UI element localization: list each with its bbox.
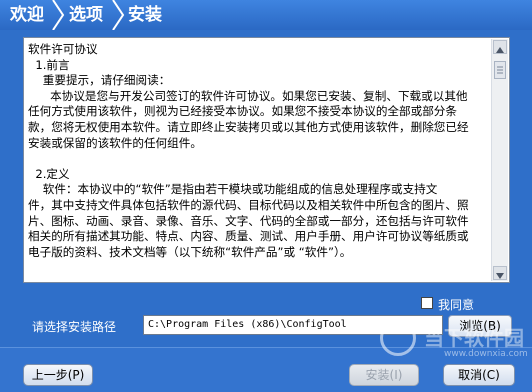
breadcrumb: 欢迎 选项 安装 [0, 0, 532, 30]
scroll-thumb[interactable] [494, 61, 506, 79]
previous-button[interactable]: 上一步(P) [23, 364, 93, 386]
watermark-text: 当下软件园 [424, 326, 524, 350]
chevron-right-icon [111, 0, 125, 30]
license-text: 软件许可协议 1.前言 重要提示，请仔细阅读： 本协议是您与开发公司签订的软件许… [28, 42, 490, 280]
watermark-url: www.downxia.com [444, 349, 528, 359]
watermark-logo-icon [380, 320, 416, 356]
license-line: 重要提示，请仔细阅读： [28, 73, 171, 88]
install-path-label: 请选择安装路径 [32, 320, 117, 334]
license-line: 任何方式使用该软件，则视为已经接受本协议。如果您不接受本协议的全部或部分条 [28, 104, 457, 119]
license-line: 2.定义 [28, 166, 70, 181]
license-line: 安装或保留的该软件的任何组件。 [28, 135, 202, 150]
license-line: 软件：本协议中的“软件”是指由若干模块或功能组成的信息处理程序或支持文 [28, 182, 438, 197]
license-line: 本协议是您与开发公司签订的软件许可协议。如果您已安装、复制、下载或以其他 [28, 88, 468, 103]
step-options: 选项 [69, 5, 103, 25]
license-line: 款，您将无权使用本软件。请立即终止安装拷贝或以其他方式使用该软件，删除您已经 [28, 119, 469, 134]
agree-checkbox[interactable] [421, 297, 433, 309]
license-line: 1.前言 [28, 57, 70, 72]
license-line: 软件许可协议 [28, 42, 98, 56]
license-line [28, 151, 490, 167]
license-line: 片、图标、动画、录音、录像、音乐、文字、代码的全部或一部分，还包括与许可软件 [28, 213, 469, 228]
chevron-right-icon [51, 0, 65, 30]
agree-label: 我同意 [438, 298, 475, 312]
install-button[interactable]: 安装(I) [349, 364, 419, 386]
vertical-scrollbar[interactable] [491, 39, 508, 281]
license-line: 电子版的资料、技术文档等（以下统称“软件产品”或 “软件”）。 [28, 244, 352, 259]
license-panel[interactable]: 软件许可协议 1.前言 重要提示，请仔细阅读： 本协议是您与开发公司签订的软件许… [23, 37, 510, 283]
cancel-button[interactable]: 取消(C) [443, 364, 515, 386]
license-line: 件，其中支持文件具体包括软件的源代码、目标代码以及相关软件中所包含的图片、照 [28, 197, 469, 212]
step-welcome: 欢迎 [10, 5, 44, 25]
scroll-up-button[interactable] [493, 40, 507, 54]
license-line: 相关的所有描述其功能、特点、内容、质量、测试、用户手册、用户许可协议等纸质或 [28, 229, 469, 244]
step-install: 安装 [128, 5, 162, 25]
scroll-down-button[interactable] [493, 266, 507, 280]
